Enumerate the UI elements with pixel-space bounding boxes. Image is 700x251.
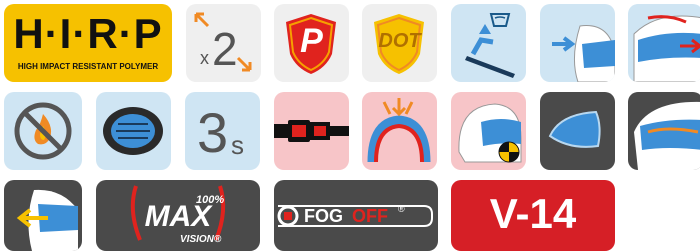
dot-shield-label: DOT	[378, 30, 421, 52]
helmet-visor-front-tile	[4, 180, 82, 251]
three-seconds-tile: 3 s	[185, 92, 260, 170]
tinted-visor-icon	[548, 110, 601, 148]
max-vision-tile: 100% MAX VISION®	[96, 180, 260, 251]
fogoff-label-a: FOG	[304, 206, 343, 226]
helmet-airflow-tile	[628, 4, 700, 82]
strap-tile	[274, 92, 349, 170]
p-shield-tile: P	[274, 4, 349, 82]
comfort-liner-icon	[103, 107, 163, 155]
helmet-visor-arrow-icon	[16, 189, 79, 251]
chin-strap-buckle-icon	[274, 120, 349, 142]
fogoff-label-b: OFF	[352, 206, 388, 226]
fogoff-tile: FOG OFF ®	[274, 180, 438, 251]
three-value: 3	[197, 101, 229, 164]
visor-airflow-icon	[552, 25, 615, 82]
shell-prefix: x	[200, 48, 209, 68]
helmet-airflow-icon	[633, 15, 700, 82]
hirp-tile: H·I·R·P HIGH IMPACT RESISTANT POLYMER	[4, 4, 172, 82]
helmet-center-tile	[451, 92, 526, 170]
hirp-caption: HIGH IMPACT RESISTANT POLYMER	[17, 62, 159, 71]
max-vision-bottom: VISION®	[180, 234, 222, 245]
helmet-visor-side-icon	[634, 101, 700, 170]
impact-absorption-icon	[367, 98, 431, 163]
p-shield-letter: P	[300, 22, 323, 60]
impact-tile	[362, 92, 437, 170]
helmet-center-of-gravity-icon	[458, 103, 522, 163]
v14-tile: V-14	[451, 180, 615, 251]
v14-label: V-14	[489, 190, 577, 237]
shell-value: 2	[212, 23, 238, 75]
shell-sizes-tile: x 2	[186, 4, 261, 82]
hirp-letters: H·I·R·P	[13, 10, 163, 57]
tinted-visor-tile	[540, 92, 615, 170]
fogoff-mark: ®	[398, 204, 405, 214]
washable-liner-icon	[465, 13, 515, 78]
no-fire-tile	[4, 92, 82, 170]
max-vision-main: MAX	[144, 200, 212, 233]
washable-tile	[451, 4, 526, 82]
visor-airflow-tile	[540, 4, 615, 82]
no-fire-icon	[14, 102, 72, 160]
three-suffix: s	[231, 130, 244, 160]
dot-shield-tile: DOT	[362, 4, 437, 82]
helmet-visor-side-tile	[628, 92, 700, 170]
liner-tile	[96, 92, 171, 170]
